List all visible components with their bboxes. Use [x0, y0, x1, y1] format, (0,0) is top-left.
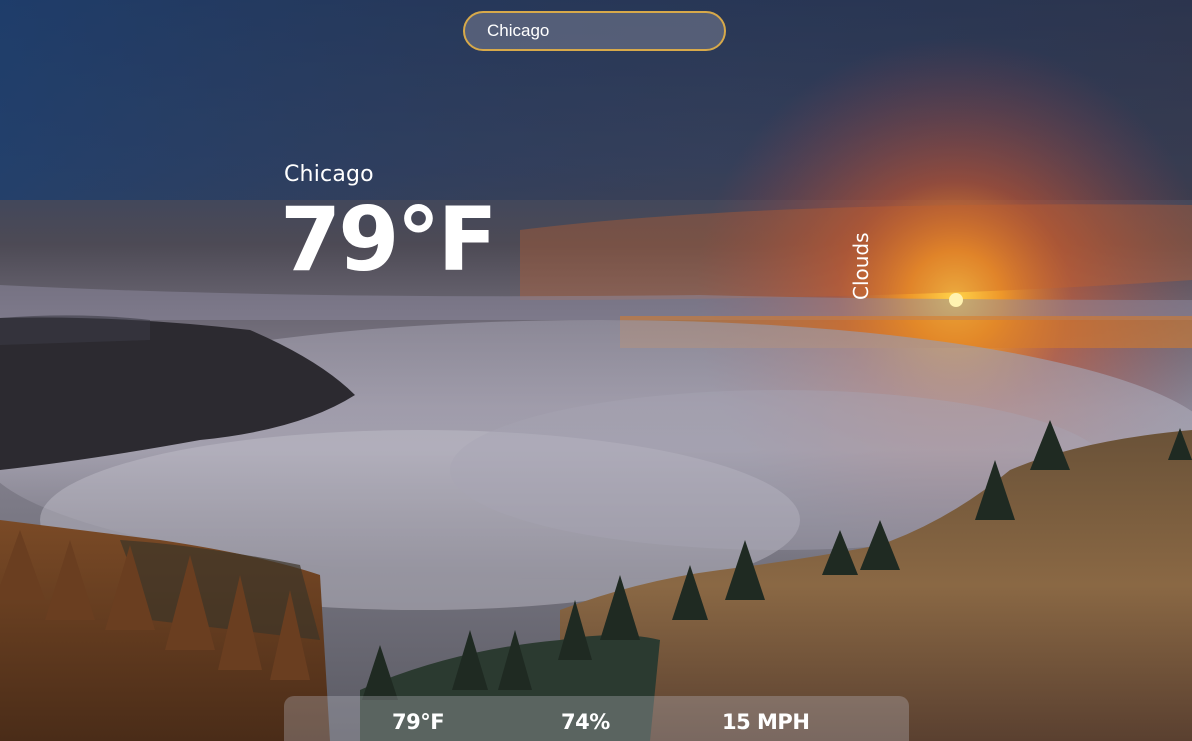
- weather-description: Clouds: [849, 232, 873, 300]
- city-name: Chicago: [284, 162, 374, 187]
- wind-speed-value: 15 MPH: [722, 710, 810, 734]
- feels-like-value: 79°F: [392, 710, 445, 734]
- city-search-input[interactable]: [465, 13, 724, 49]
- weather-stats-bar: 79°F 74% 15 MPH: [284, 696, 909, 741]
- current-temperature: 79°F: [280, 188, 498, 291]
- weather-app: Chicago 79°F Clouds 79°F 74% 15 MPH: [0, 0, 1192, 741]
- background-landscape: [0, 0, 1192, 741]
- search-box[interactable]: [463, 11, 726, 51]
- humidity-value: 74%: [561, 710, 610, 734]
